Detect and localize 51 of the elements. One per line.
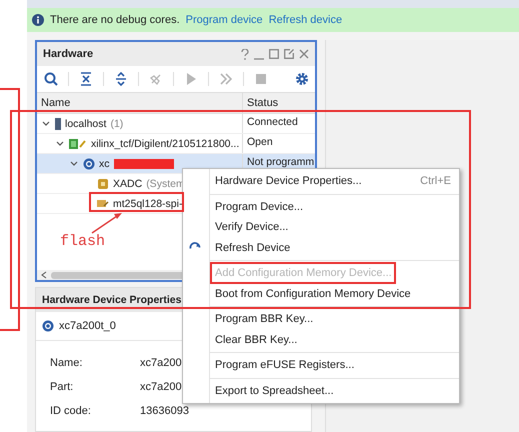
settings-icon[interactable]	[295, 72, 309, 86]
info-message: There are no debug cores.	[50, 14, 180, 26]
node-label: xilinx_tcf/Digilent/2105121800...	[91, 138, 240, 150]
node-label: mt25ql128-spi-	[113, 198, 182, 210]
status-text: Open	[246, 135, 273, 150]
column-header[interactable]: Name	[37, 93, 243, 113]
node-label: XADC	[113, 178, 142, 190]
redaction-bar	[114, 158, 174, 168]
node-note: (1)	[110, 118, 124, 130]
scroll-left-icon[interactable]	[41, 271, 47, 279]
status-text: Connected	[246, 115, 298, 130]
caret-icon[interactable]	[56, 140, 64, 148]
annotation-arrow	[90, 211, 124, 235]
tree-row[interactable]: localhost (1) Connected	[37, 114, 315, 134]
info-link[interactable]: Refresh device	[268, 14, 342, 26]
panel-title: Hardware	[43, 48, 94, 60]
menu-item[interactable]: Program BBR Key...	[183, 309, 459, 330]
sensor-icon	[97, 178, 109, 190]
annotation-label: flash	[60, 233, 106, 250]
property-value: xc7a200	[140, 357, 182, 369]
menu-item[interactable]: Export to Spreadsheet...	[183, 380, 459, 401]
caret-icon[interactable]	[42, 120, 50, 128]
menu-item[interactable]: Clear BBR Key...	[183, 330, 459, 350]
property-label: Name:	[50, 357, 84, 369]
server-icon	[55, 118, 61, 130]
info-icon	[32, 14, 44, 26]
expand-icon[interactable]	[113, 71, 129, 87]
float-icon[interactable]	[284, 48, 294, 58]
help-icon[interactable]	[241, 48, 249, 60]
caret-icon[interactable]	[70, 160, 78, 168]
property-label: Part:	[50, 381, 74, 393]
property-value: 13636093	[140, 405, 189, 417]
panel-title: Hardware Device Properties	[42, 294, 182, 306]
memory-icon	[97, 198, 109, 210]
board-icon	[69, 138, 87, 148]
maximize-icon[interactable]	[269, 48, 279, 58]
menu-item[interactable]: Program eFUSE Registers...	[183, 355, 459, 376]
info-link[interactable]: Program device	[186, 14, 263, 26]
node-label: localhost	[65, 118, 106, 130]
close-icon[interactable]	[299, 48, 309, 58]
property-label: ID code:	[50, 405, 92, 417]
menu-item[interactable]: Verify Device...	[183, 217, 459, 238]
search-icon[interactable]	[43, 71, 59, 87]
menu-item[interactable]: Refresh Device	[183, 238, 459, 258]
column-header[interactable]: Status	[243, 93, 278, 113]
property-value: xc7a200	[140, 381, 182, 393]
status-text: Not programm	[246, 155, 314, 170]
node-label: xc	[99, 158, 110, 170]
collapse-icon[interactable]	[78, 71, 94, 87]
menu-item[interactable]: Boot from Configuration Memory Device	[183, 284, 459, 304]
device-name: xc7a200t_0	[59, 320, 116, 332]
